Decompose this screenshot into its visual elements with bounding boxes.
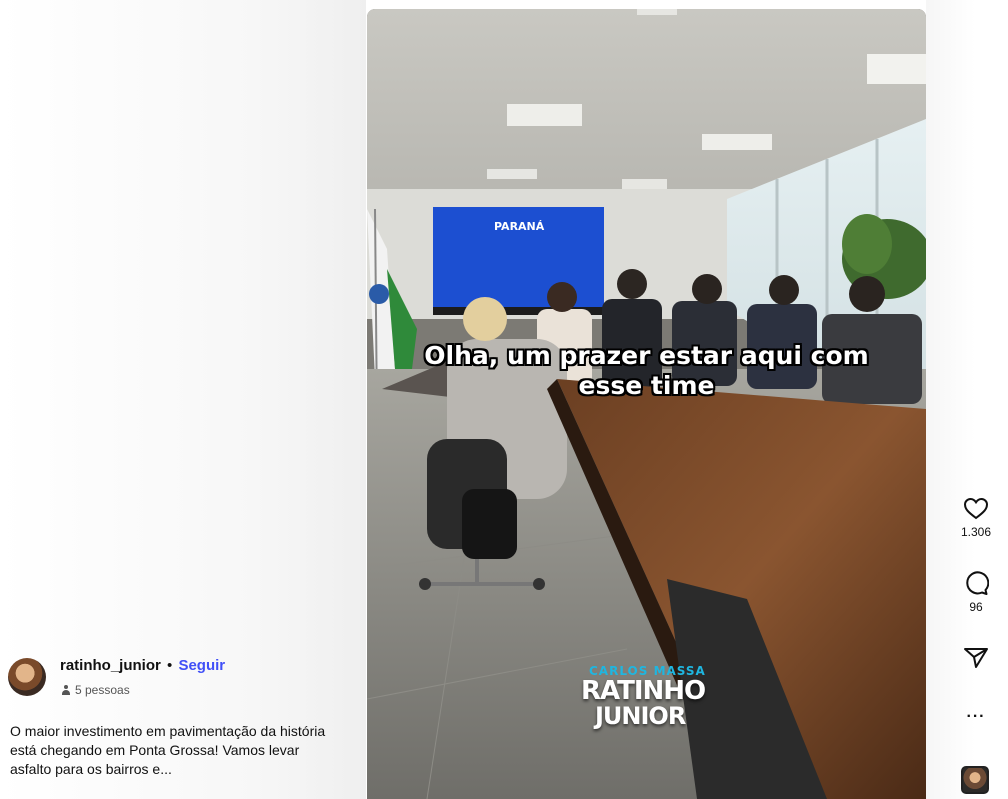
caption-line-1: Olha, um prazer estar aqui com	[424, 341, 869, 370]
logo-bottom-text: JUNIOR	[595, 702, 686, 730]
screen-logo: PARANÁ	[494, 220, 545, 233]
reel-video[interactable]: PARANÁ Olha, um prazer estar aqui com es…	[367, 9, 926, 799]
share-action	[948, 646, 1004, 670]
follow-button[interactable]: Seguir	[178, 657, 225, 674]
heart-icon[interactable]	[963, 497, 989, 521]
more-options-icon[interactable]: ···	[948, 708, 1004, 726]
caption-line-2: esse time	[578, 371, 715, 400]
author-avatar[interactable]	[8, 658, 46, 696]
audience-label: 5 pessoas	[75, 683, 130, 697]
like-count: 1.306	[960, 525, 992, 539]
logo-mid-text: RATINHO	[581, 676, 706, 706]
author-name[interactable]: ratinho_junior	[60, 657, 161, 674]
share-icon[interactable]	[963, 646, 989, 670]
like-action: 1.306	[948, 497, 1004, 539]
comment-icon[interactable]	[963, 570, 989, 596]
ratinho-junior-logo: CARLOS MASSA RATINHO JUNIOR	[581, 664, 711, 728]
audience-info: 5 pessoas	[61, 683, 130, 697]
author-line: ratinho_junior • Seguir	[60, 657, 225, 674]
audio-thumbnail[interactable]	[961, 766, 989, 794]
separator-dot: •	[167, 657, 173, 674]
post-description[interactable]: O maior investimento em pavimentação da …	[10, 722, 340, 779]
video-caption: Olha, um prazer estar aqui com esse time	[367, 341, 926, 401]
left-panel	[0, 0, 366, 799]
right-panel	[926, 0, 1008, 799]
people-icon	[61, 685, 71, 695]
comment-count: 96	[969, 600, 983, 614]
comment-action: 96	[948, 570, 1004, 614]
